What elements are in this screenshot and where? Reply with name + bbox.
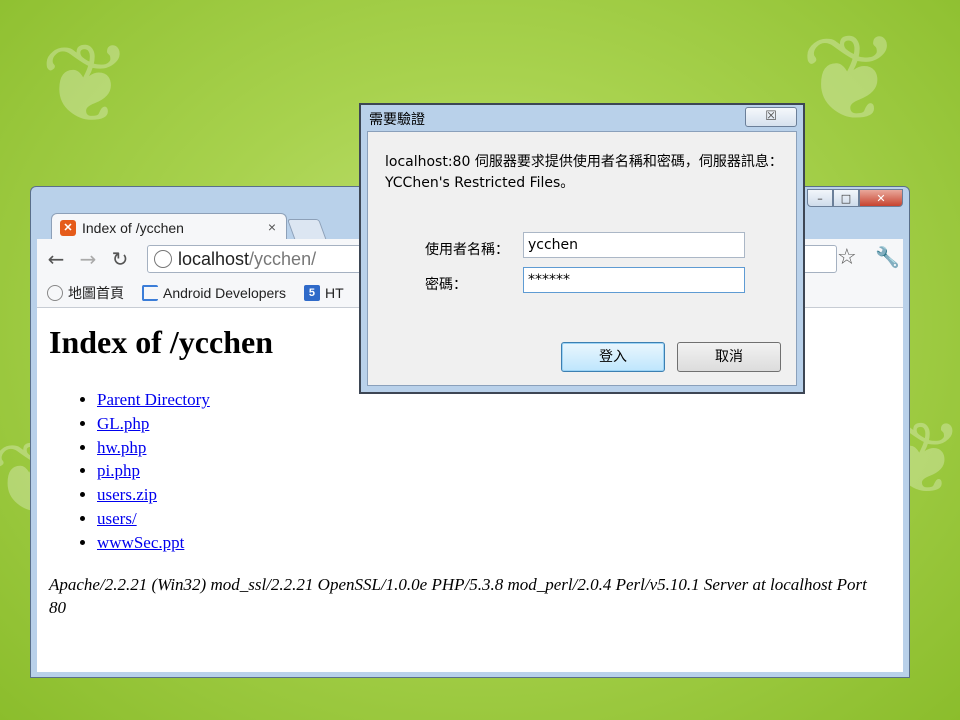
window-controls: – □ ✕	[807, 189, 903, 207]
cancel-button[interactable]: 取消	[677, 342, 781, 372]
page-info-icon[interactable]	[154, 250, 172, 268]
butterfly-decoration: ❦	[800, 10, 901, 149]
file-link[interactable]: wwwSec.ppt	[97, 533, 184, 552]
file-link[interactable]: pi.php	[97, 461, 140, 480]
bookmark-label: 地圖首頁	[68, 285, 124, 301]
bookmark-label: HT	[324, 285, 344, 301]
url-path: /ycchen/	[249, 248, 317, 269]
reload-icon[interactable]: ↻	[107, 247, 133, 271]
globe-icon	[47, 285, 63, 301]
file-link[interactable]: hw.php	[97, 438, 146, 457]
minimize-button[interactable]: –	[807, 189, 833, 207]
maximize-button[interactable]: □	[833, 189, 859, 207]
bookmark-item[interactable]: 5 HT	[303, 285, 344, 301]
username-field[interactable]: ycchen	[523, 232, 745, 258]
bookmark-item[interactable]: 地圖首頁	[47, 283, 124, 303]
butterfly-decoration: ❦	[40, 20, 133, 148]
file-link[interactable]: GL.php	[97, 414, 149, 433]
username-label: 使用者名稱：	[425, 242, 509, 258]
directory-listing: Parent Directory GL.php hw.php pi.php us…	[75, 388, 210, 555]
page-title: Index of /ycchen	[49, 324, 273, 360]
dialog-body: localhost:80 伺服器要求提供使用者名稱和密碼，伺服器訊息：YCChe…	[367, 131, 797, 386]
bookmark-item[interactable]: Android Developers	[142, 285, 286, 301]
bookmark-star-icon[interactable]: ☆	[837, 245, 857, 270]
list-item: Parent Directory	[97, 388, 210, 412]
server-signature: Apache/2.2.21 (Win32) mod_ssl/2.2.21 Ope…	[49, 575, 867, 617]
password-label: 密碼：	[425, 277, 467, 293]
html5-icon: 5	[303, 285, 320, 301]
xampp-icon: ✕	[60, 219, 76, 236]
list-item: users/	[97, 507, 210, 531]
bookmark-label: Android Developers	[163, 285, 286, 301]
url-host: localhost	[178, 248, 250, 269]
list-item: users.zip	[97, 483, 210, 507]
forward-icon[interactable]: →	[75, 247, 101, 271]
file-link[interactable]: users/	[97, 509, 137, 528]
tab-title: Index of /ycchen	[82, 219, 184, 236]
password-field[interactable]: ******	[523, 267, 745, 293]
list-item: hw.php	[97, 436, 210, 460]
dialog-message: localhost:80 伺服器要求提供使用者名稱和密碼，伺服器訊息：YCChe…	[385, 154, 783, 191]
list-item: wwwSec.ppt	[97, 531, 210, 555]
file-link[interactable]: users.zip	[97, 485, 157, 504]
login-button[interactable]: 登入	[561, 342, 665, 372]
tab-index-ycchen[interactable]: ✕ Index of /ycchen ×	[51, 213, 287, 241]
auth-dialog: 需要驗證 ☒ localhost:80 伺服器要求提供使用者名稱和密碼，伺服器訊…	[359, 103, 805, 394]
tab-close-icon[interactable]: ×	[268, 219, 276, 235]
list-item: pi.php	[97, 459, 210, 483]
new-tab-button[interactable]	[286, 219, 328, 241]
back-icon[interactable]: ←	[43, 247, 69, 271]
dialog-title: 需要驗證	[369, 112, 425, 128]
close-window-button[interactable]: ✕	[859, 189, 903, 207]
list-item: GL.php	[97, 412, 210, 436]
file-link[interactable]: Parent Directory	[97, 390, 210, 409]
dialog-close-button[interactable]: ☒	[745, 107, 797, 127]
android-icon	[142, 285, 158, 301]
wrench-menu-icon[interactable]: 🔧	[875, 245, 900, 269]
